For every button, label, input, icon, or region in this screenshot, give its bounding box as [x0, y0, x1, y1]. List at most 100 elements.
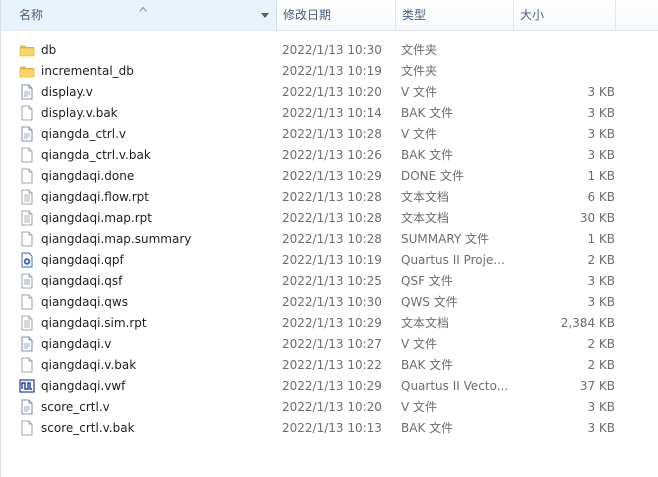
- verilog-file-icon: [21, 336, 33, 352]
- file-row[interactable]: qiangdaqi.v 2022/1/13 10:27 V 文件 2 KB: [1, 334, 658, 355]
- file-modified-date: 2022/1/13 10:22: [282, 358, 382, 372]
- file-name: qiangdaqi.qpf: [41, 253, 124, 267]
- file-size: 1 KB: [587, 232, 615, 246]
- generic-file-icon: [21, 231, 33, 247]
- file-name: qiangdaqi.v: [41, 337, 112, 351]
- file-row[interactable]: qiangda_ctrl.v 2022/1/13 10:28 V 文件 3 KB: [1, 124, 658, 145]
- file-type: BAK 文件: [401, 148, 454, 162]
- file-name: score_crtl.v: [41, 400, 110, 414]
- column-header-date[interactable]: 修改日期: [277, 0, 396, 30]
- file-size: 3 KB: [587, 85, 615, 99]
- verilog-file-icon: [21, 84, 33, 100]
- file-modified-date: 2022/1/13 10:13: [282, 421, 382, 435]
- file-name: qiangdaqi.flow.rpt: [41, 190, 149, 204]
- file-size: 2 KB: [587, 337, 615, 351]
- file-row[interactable]: qiangdaqi.qsf 2022/1/13 10:25 QSF 文件 3 KB: [1, 271, 658, 292]
- file-modified-date: 2022/1/13 10:28: [282, 232, 382, 246]
- file-type: Quartus II Proje...: [401, 253, 505, 267]
- file-type: 文本文档: [401, 190, 450, 204]
- waveform-file-icon: [19, 379, 35, 393]
- file-row[interactable]: qiangdaqi.qpf 2022/1/13 10:19 Quartus II P…: [1, 250, 658, 271]
- file-size: 3 KB: [587, 148, 615, 162]
- file-type: V 文件: [401, 400, 438, 414]
- file-name: incremental_db: [41, 64, 134, 78]
- text-file-icon: [21, 210, 33, 226]
- column-header-size[interactable]: 大小: [514, 0, 616, 30]
- file-size: 30 KB: [579, 211, 615, 225]
- file-name: qiangdaqi.sim.rpt: [41, 316, 147, 330]
- file-row[interactable]: display.v.bak 2022/1/13 10:14 BAK 文件 3 KB: [1, 103, 658, 124]
- file-modified-date: 2022/1/13 10:29: [282, 379, 382, 393]
- file-row[interactable]: incremental_db 2022/1/13 10:19 文件夹: [1, 61, 658, 82]
- file-name: db: [41, 43, 57, 57]
- file-row[interactable]: qiangda_ctrl.v.bak 2022/1/13 10:26 BAK 文件 3…: [1, 145, 658, 166]
- file-name: qiangdaqi.qsf: [41, 274, 123, 288]
- file-name: qiangdaqi.map.rpt: [41, 211, 152, 225]
- file-name: qiangda_ctrl.v.bak: [41, 148, 151, 162]
- file-modified-date: 2022/1/13 10:25: [282, 274, 382, 288]
- file-size: 1 KB: [587, 169, 615, 183]
- file-list-view: 名称 修改日期 类型 大小 db 2022/1/13 10:30 文件夹 increm…: [0, 0, 658, 477]
- file-row[interactable]: score_crtl.v 2022/1/13 10:20 V 文件 3 KB: [1, 397, 658, 418]
- chevron-down-icon[interactable]: [259, 10, 271, 20]
- generic-file-icon: [21, 147, 33, 163]
- file-row[interactable]: qiangdaqi.flow.rpt 2022/1/13 10:28 文本文档 6 K…: [1, 187, 658, 208]
- file-size: 3 KB: [587, 274, 615, 288]
- file-name: display.v.bak: [41, 106, 118, 120]
- folder-icon: [19, 66, 35, 78]
- file-modified-date: 2022/1/13 10:30: [282, 295, 382, 309]
- file-row[interactable]: display.v 2022/1/13 10:20 V 文件 3 KB: [1, 82, 658, 103]
- file-row[interactable]: db 2022/1/13 10:30 文件夹: [1, 40, 658, 61]
- file-type: SUMMARY 文件: [401, 232, 490, 246]
- column-header-type[interactable]: 类型: [396, 0, 514, 30]
- file-row[interactable]: qiangdaqi.done 2022/1/13 10:29 DONE 文件 1 KB: [1, 166, 658, 187]
- file-row[interactable]: qiangdaqi.map.rpt 2022/1/13 10:28 文本文档 30 K…: [1, 208, 658, 229]
- file-row[interactable]: qiangdaqi.v.bak 2022/1/13 10:22 BAK 文件 2 KB: [1, 355, 658, 376]
- file-size: 3 KB: [587, 295, 615, 309]
- generic-file-icon: [21, 105, 33, 121]
- verilog-file-icon: [21, 399, 33, 415]
- file-name: qiangdaqi.map.summary: [41, 232, 192, 246]
- file-modified-date: 2022/1/13 10:14: [282, 106, 382, 120]
- file-modified-date: 2022/1/13 10:29: [282, 316, 382, 330]
- file-name: display.v: [41, 85, 93, 99]
- file-type: QSF 文件: [401, 274, 453, 288]
- column-header-bar: 名称 修改日期 类型 大小: [1, 0, 658, 31]
- file-type: DONE 文件: [401, 169, 465, 183]
- file-type: BAK 文件: [401, 358, 454, 372]
- file-row[interactable]: qiangdaqi.map.summary 2022/1/13 10:28 SUMM…: [1, 229, 658, 250]
- file-size: 3 KB: [587, 106, 615, 120]
- file-name: qiangda_ctrl.v: [41, 127, 126, 141]
- verilog-file-icon: [21, 126, 33, 142]
- column-header-name[interactable]: 名称: [1, 0, 277, 30]
- file-modified-date: 2022/1/13 10:20: [282, 400, 382, 414]
- file-type: V 文件: [401, 337, 438, 351]
- file-modified-date: 2022/1/13 10:27: [282, 337, 382, 351]
- file-row[interactable]: qiangdaqi.vwf 2022/1/13 10:29 Quartus II V…: [1, 376, 658, 397]
- file-size: 3 KB: [587, 421, 615, 435]
- file-size: 3 KB: [587, 400, 615, 414]
- quartus-project-icon: [21, 252, 33, 268]
- file-modified-date: 2022/1/13 10:19: [282, 253, 382, 267]
- file-type: 文本文档: [401, 316, 450, 330]
- generic-file-icon: [21, 168, 33, 184]
- file-modified-date: 2022/1/13 10:28: [282, 190, 382, 204]
- file-name: qiangdaqi.done: [41, 169, 135, 183]
- file-row[interactable]: qiangdaqi.sim.rpt 2022/1/13 10:29 文本文档 2,38…: [1, 313, 658, 334]
- file-modified-date: 2022/1/13 10:19: [282, 64, 382, 78]
- file-name: qiangdaqi.vwf: [41, 379, 126, 393]
- file-row[interactable]: qiangdaqi.qws 2022/1/13 10:30 QWS 文件 3 KB: [1, 292, 658, 313]
- column-header-size-label: 大小: [520, 8, 545, 22]
- sort-ascending-icon: [139, 6, 147, 12]
- text-file-icon: [21, 189, 33, 205]
- file-size: 2,384 KB: [560, 316, 615, 330]
- settings-file-icon: [21, 273, 33, 289]
- column-header-type-label: 类型: [402, 8, 427, 22]
- file-modified-date: 2022/1/13 10:28: [282, 127, 382, 141]
- text-file-icon: [21, 315, 33, 331]
- generic-file-icon: [21, 294, 33, 310]
- file-row[interactable]: score_crtl.v.bak 2022/1/13 10:13 BAK 文件 3 K…: [1, 418, 658, 439]
- folder-icon: [19, 45, 35, 57]
- file-type: 文件夹: [401, 43, 438, 57]
- file-size: 6 KB: [587, 190, 615, 204]
